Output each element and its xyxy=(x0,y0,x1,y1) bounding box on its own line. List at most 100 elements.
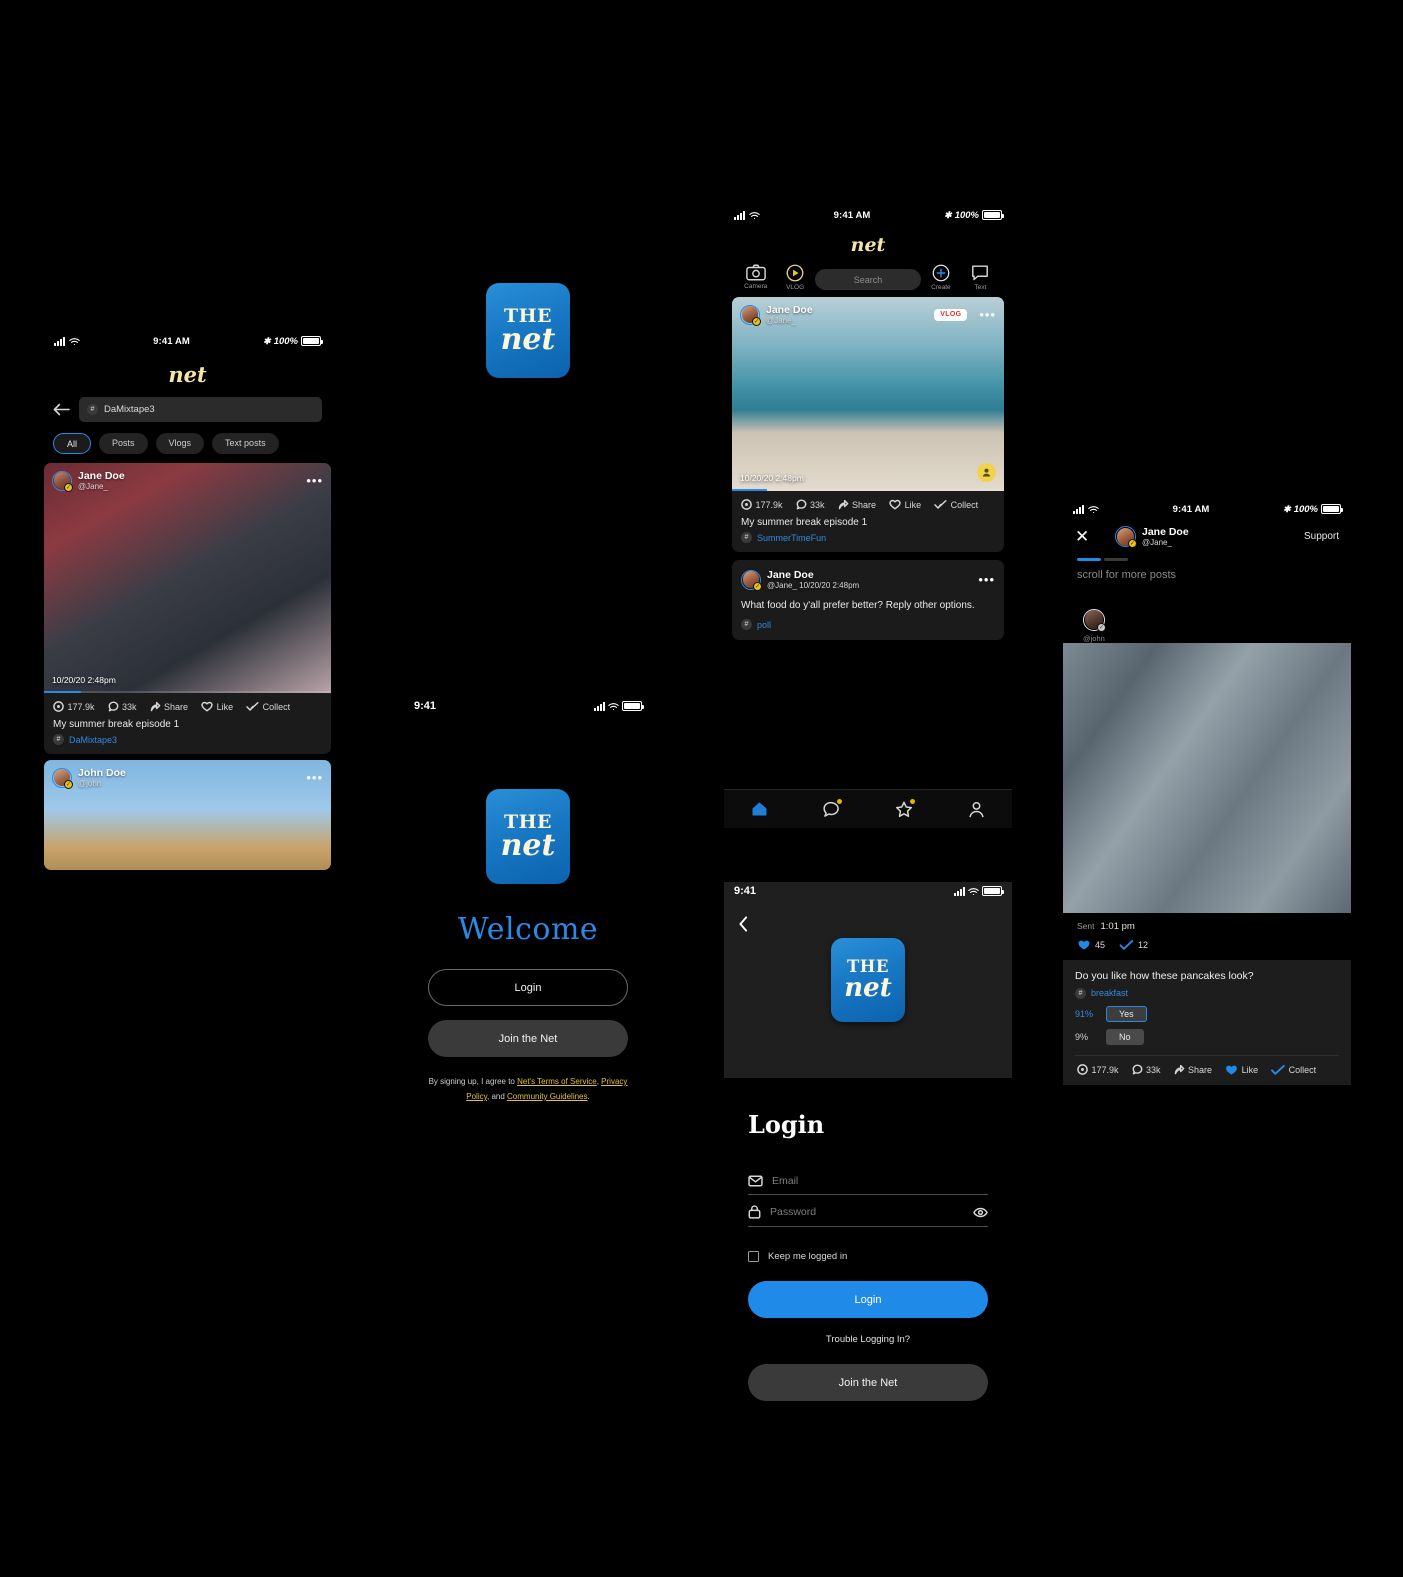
comments-stat[interactable]: 33k xyxy=(796,499,825,510)
poll-actions: 177.9k 33k Share Like Collect xyxy=(1075,1054,1339,1085)
battery-percent: 100% xyxy=(273,335,298,347)
video-progress-bar[interactable] xyxy=(44,690,331,693)
post-more-icon[interactable]: ••• xyxy=(306,474,323,486)
post-header: ✓ Jane Doe @Jane_ VLOG ••• xyxy=(732,297,1004,333)
mockup-canvas: 9:41 AM ✱ 100% net # DaMixtape3 All Post… xyxy=(0,0,1403,1577)
app-logo: THE net xyxy=(486,789,570,884)
check-count: 12 xyxy=(1138,939,1149,950)
battery-icon xyxy=(982,210,1004,220)
share-button[interactable]: Share xyxy=(838,499,876,510)
post-tag[interactable]: SummerTimeFun xyxy=(757,533,826,543)
email-field[interactable]: Email xyxy=(748,1165,988,1195)
wifi-icon xyxy=(749,211,760,219)
join-button[interactable]: Join the Net xyxy=(428,1020,628,1057)
chat-bubble-icon xyxy=(796,499,806,510)
comments-stat[interactable]: 33k xyxy=(1132,1064,1161,1075)
collect-button[interactable]: Collect xyxy=(1271,1064,1316,1076)
post-card: ✓ John Doe @john ••• xyxy=(44,760,331,870)
post-more-icon[interactable]: ••• xyxy=(306,771,323,783)
post-tag[interactable]: poll xyxy=(757,620,771,630)
join-button[interactable]: Join the Net xyxy=(748,1364,988,1401)
vlog-button[interactable]: VLOG xyxy=(775,264,814,291)
battery-icon xyxy=(982,886,1004,896)
community-guidelines-link[interactable]: Community Guidelines xyxy=(507,1092,587,1101)
hash-icon: # xyxy=(87,404,98,415)
post-media[interactable]: ✓ Jane Doe @Jane_ ••• 10/20/20 2:48pm xyxy=(44,463,331,693)
back-arrow-icon[interactable] xyxy=(53,403,70,416)
avatar[interactable]: ✓ xyxy=(52,767,73,789)
app-wordmark: net xyxy=(168,362,207,387)
like-button[interactable]: Like xyxy=(889,499,921,510)
login-button[interactable]: Login xyxy=(748,1281,988,1318)
chat-bubble-icon xyxy=(1132,1064,1142,1075)
poll-option-yes[interactable]: Yes xyxy=(1106,1005,1147,1022)
post-more-icon[interactable]: ••• xyxy=(978,573,995,585)
share-button[interactable]: Share xyxy=(1174,1064,1212,1075)
nav-item-messages[interactable] xyxy=(823,799,843,817)
avatar[interactable]: ✓ xyxy=(1083,608,1106,632)
filter-chip-vlogs[interactable]: Vlogs xyxy=(155,433,205,454)
filter-chip-all[interactable]: All xyxy=(53,433,92,454)
poll-tag[interactable]: breakfast xyxy=(1091,988,1128,998)
like-button[interactable]: Like xyxy=(1225,1064,1258,1076)
close-icon[interactable]: ✕ xyxy=(1075,528,1115,545)
comments-count: 33k xyxy=(122,701,137,712)
message-image[interactable] xyxy=(1063,642,1351,913)
password-field[interactable]: Password xyxy=(748,1195,988,1227)
search-input[interactable]: Search xyxy=(814,269,922,290)
filter-chip-text-posts[interactable]: Text posts xyxy=(212,433,279,454)
post-media[interactable]: ✓ Jane Doe @Jane_ VLOG ••• 10/20/20 2:48… xyxy=(732,297,1004,491)
nav-item-home[interactable] xyxy=(751,801,768,817)
scroll-hint: scroll for more posts xyxy=(1077,568,1177,581)
login-button[interactable]: Login xyxy=(428,969,628,1006)
heart-reaction[interactable]: 45 xyxy=(1077,939,1105,951)
post-meta: @Jane_ 10/20/20 2:48pm xyxy=(767,581,860,591)
heart-count: 45 xyxy=(1095,939,1106,950)
verified-badge-icon: ✓ xyxy=(64,482,73,492)
post-card: ✓ Jane Doe @Jane_ ••• 10/20/20 2:48pm 17… xyxy=(44,463,331,754)
poll-option-no[interactable]: No xyxy=(1106,1028,1144,1045)
terms-of-service-link[interactable]: Net's Terms of Service xyxy=(517,1077,597,1086)
check-reaction[interactable]: 12 xyxy=(1119,939,1148,951)
nav-item-profile[interactable] xyxy=(968,801,985,818)
like-button[interactable]: Like xyxy=(201,701,233,712)
status-bar: 9:41 xyxy=(404,697,652,715)
search-input[interactable]: # DaMixtape3 xyxy=(79,397,322,422)
collect-label: Collect xyxy=(1288,1064,1317,1075)
keep-logged-in-row[interactable]: Keep me logged in xyxy=(748,1251,988,1262)
author-profile-button[interactable] xyxy=(977,463,996,482)
filter-chip-posts[interactable]: Posts xyxy=(99,433,148,454)
comments-count: 33k xyxy=(810,499,825,510)
collect-button[interactable]: Collect xyxy=(934,499,978,510)
views-count: 177.9k xyxy=(1091,1064,1119,1075)
post-media[interactable]: ✓ John Doe @john ••• xyxy=(44,760,331,870)
terms-sep: , and xyxy=(487,1091,508,1101)
support-link[interactable]: Support xyxy=(1304,531,1339,542)
collect-button[interactable]: Collect xyxy=(246,701,290,712)
share-button[interactable]: Share xyxy=(150,701,188,712)
create-button[interactable]: Create xyxy=(921,264,960,291)
post-tag[interactable]: DaMixtape3 xyxy=(69,735,117,745)
post-more-icon[interactable]: ••• xyxy=(979,308,996,320)
video-progress-bar[interactable] xyxy=(732,488,1004,491)
eye-icon[interactable] xyxy=(973,1207,988,1218)
avatar[interactable]: ✓ xyxy=(740,304,761,326)
app-logo: THE net xyxy=(486,283,570,378)
check-icon xyxy=(934,500,947,509)
camera-button[interactable]: Camera xyxy=(736,264,775,290)
comments-stat[interactable]: 33k xyxy=(108,701,137,712)
story-progress[interactable] xyxy=(1077,557,1351,561)
app-logo: THE net xyxy=(831,938,905,1022)
avatar[interactable]: ✓ xyxy=(52,470,73,492)
story-author[interactable]: ✓ Jane Doe @Jane_ xyxy=(1115,526,1189,549)
text-button[interactable]: Text xyxy=(961,264,1000,291)
trouble-logging-in-link[interactable]: Trouble Logging In? xyxy=(724,1334,1012,1345)
share-icon xyxy=(150,701,160,712)
back-button[interactable] xyxy=(724,900,1012,932)
avatar[interactable]: ✓ xyxy=(741,569,762,591)
nav-item-favorites[interactable] xyxy=(895,798,915,818)
battery-group: ✱ 100% xyxy=(1283,504,1343,515)
keep-logged-in-checkbox[interactable] xyxy=(748,1251,759,1262)
avatar[interactable]: ✓ xyxy=(1115,526,1137,549)
post-tag-row: # DaMixtape3 xyxy=(44,734,331,754)
